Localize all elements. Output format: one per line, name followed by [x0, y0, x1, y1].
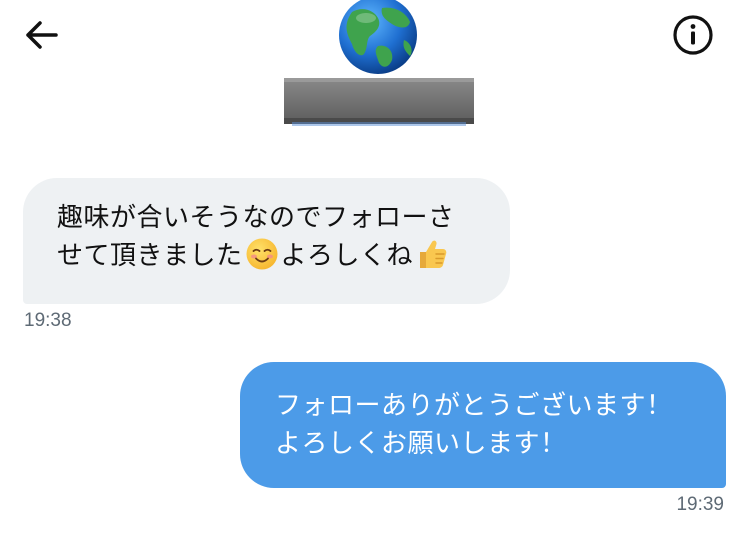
incoming-message-bubble[interactable]: 趣味が合いそうなのでフォローさ せて頂きました よろしくね	[23, 178, 510, 304]
message-text: よろしくね	[280, 241, 414, 271]
message-timestamp: 19:38	[24, 310, 72, 331]
message-text-line: 趣味が合いそうなのでフォローさ	[57, 203, 455, 233]
globe-pedestal-avatar[interactable]	[282, 0, 476, 130]
thumbs-up-icon	[420, 240, 447, 268]
outgoing-message-bubble[interactable]: フォローありがとうございます！ よろしくお願いします！	[240, 362, 726, 488]
smiling-face-icon	[246, 238, 278, 270]
back-arrow-icon[interactable]	[20, 14, 62, 56]
message-timestamp: 19:39	[676, 494, 724, 515]
conversation-header	[0, 0, 750, 135]
message-text: せて頂きました	[57, 241, 243, 271]
message-text-line: せて頂きました よろしくね	[57, 237, 490, 275]
message-text-line: よろしくお願いします！	[275, 429, 567, 459]
message-text-line: フォローありがとうございます！	[275, 391, 673, 421]
info-icon[interactable]	[670, 12, 716, 58]
